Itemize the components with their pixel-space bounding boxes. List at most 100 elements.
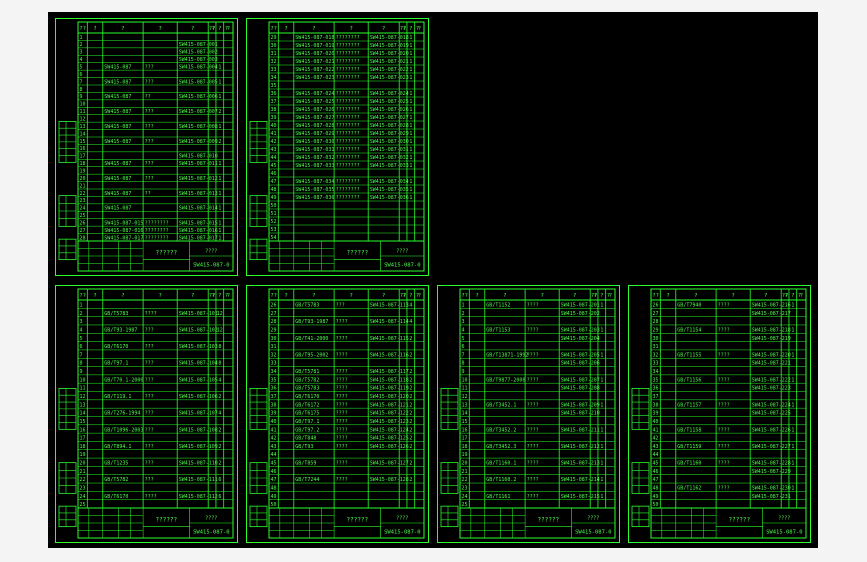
table-row[interactable]: 46	[269, 469, 424, 475]
table-row[interactable]: 35 GB/T1156???? SW415-087-222 1	[651, 377, 806, 384]
table-row[interactable]: 29 GB/T1154???? SW415-087-218 1	[651, 327, 806, 334]
table-row[interactable]: 38 GB/T1157???? SW415-087-224 1	[651, 402, 806, 409]
table-row[interactable]: 7	[78, 352, 233, 359]
table-row[interactable]: 3 SW415-087-002	[78, 50, 233, 56]
table-row[interactable]: 42 SW415-087-030???????? SW415-087-030 1	[269, 139, 424, 146]
bom-sheet[interactable]: ????????? ? ?? 1 GB/T1152???? SW415-087-201…	[437, 285, 620, 543]
table-row[interactable]: 27 SW415-087-016???????? SW415-087-016 1	[78, 228, 233, 234]
table-row[interactable]: 45 SW415-087-033???????? SW415-087-033 1	[269, 163, 424, 170]
table-row[interactable]: 11 SW415-087??? SW415-087-007 2	[78, 109, 233, 115]
table-row[interactable]: 30 GB/T41-2000???? SW415-087-115 2	[269, 336, 424, 342]
table-row[interactable]: 3	[460, 319, 615, 326]
table-row[interactable]: 10	[78, 102, 233, 108]
table-row[interactable]: 39 GB/T6175???? SW415-087-122 2	[269, 411, 424, 417]
table-row[interactable]: 40	[651, 419, 806, 426]
table-row[interactable]: 35 GB/T5782???? SW415-087-118 2	[269, 377, 424, 384]
table-row[interactable]: 8 SW415-087-206	[460, 361, 615, 367]
table-row[interactable]: 50	[269, 502, 424, 509]
table-row[interactable]: 47 GB/T7244???? SW415-087-128 2	[269, 477, 424, 484]
table-row[interactable]: 22 SW415-087?? SW415-087-013 1	[78, 191, 233, 197]
table-row[interactable]: 31	[269, 344, 424, 351]
table-row[interactable]: 44 SW415-087-032???????? SW415-087-032 1	[269, 155, 424, 162]
table-row[interactable]: 16 GB/T1096-2003??? SW415-087-108 2	[78, 427, 233, 434]
table-row[interactable]: 41 SW415-087-029???????? SW415-087-029 1	[269, 131, 424, 138]
table-row[interactable]: 29 SW415-087-018???????? SW415-087-018 1	[269, 35, 424, 42]
table-row[interactable]: 46	[269, 171, 424, 178]
table-row[interactable]: 9	[460, 369, 615, 376]
table-row[interactable]: 44	[651, 452, 806, 459]
table-row[interactable]: 44	[269, 452, 424, 459]
table-row[interactable]: 28 SW415-087-017???????? SW415-087-017 1	[78, 235, 233, 241]
table-row[interactable]: 1 GB/T1152???? SW415-087-201 1	[460, 302, 615, 309]
table-row[interactable]: 17 SW415-087-010	[78, 154, 233, 160]
table-row[interactable]: 15	[78, 419, 233, 426]
table-row[interactable]: 18 GB/T894.1??? SW415-087-109 2	[78, 444, 233, 451]
table-row[interactable]: 20 GB/T1160.1???? SW415-087-213 1	[460, 461, 615, 467]
table-row[interactable]: 45 GB/T1160???? SW415-087-228 1	[651, 461, 806, 467]
table-row[interactable]: 26 SW415-087-015???????? SW415-087-015 1	[78, 221, 233, 227]
table-row[interactable]: 29	[269, 327, 424, 334]
table-row[interactable]: 43 GB/T93???? SW415-087-126 2	[269, 444, 424, 451]
table-row[interactable]: 15 SW415-087??? SW415-087-009 2	[78, 139, 233, 145]
table-row[interactable]: 48 SW415-087-035???????? SW415-087-035 1	[269, 187, 424, 194]
table-row[interactable]: 12 GB/T119.1??? SW415-087-106 2	[78, 394, 233, 401]
table-row[interactable]: 50	[269, 203, 424, 210]
table-row[interactable]: 36 SW415-087-024???????? SW415-087-024 1	[269, 91, 424, 98]
table-row[interactable]: 24 GB/T1161???? SW415-087-215 1	[460, 494, 615, 500]
table-row[interactable]: 48	[269, 486, 424, 492]
table-row[interactable]: 4 GB/T1153???? SW415-087-203 1	[460, 327, 615, 334]
table-row[interactable]: 19	[78, 169, 233, 175]
table-row[interactable]: 31	[651, 344, 806, 351]
table-row[interactable]: 16 GB/T3452.2???? SW415-087-211 1	[460, 427, 615, 434]
table-row[interactable]: 34 GB/T5781???? SW415-087-117 2	[269, 369, 424, 376]
table-row[interactable]: 18 GB/T3452.3???? SW415-087-212 1	[460, 444, 615, 451]
table-row[interactable]: 16	[78, 146, 233, 152]
table-row[interactable]: 46 SW415-087-229	[651, 469, 806, 475]
table-row[interactable]: 47	[651, 477, 806, 484]
table-row[interactable]: 19	[78, 452, 233, 459]
table-row[interactable]: 2 SW415-087-001	[78, 42, 233, 48]
table-row[interactable]: 23	[78, 198, 233, 204]
table-row[interactable]: 36 SW415-087-223	[651, 386, 806, 392]
table-row[interactable]: 15	[460, 419, 615, 426]
table-row[interactable]: 5 SW415-087??? SW415-087-004 1	[78, 65, 233, 71]
table-row[interactable]: 8 GB/T97.1??? SW415-087-104 8	[78, 361, 233, 367]
table-row[interactable]: 9 SW415-087?? SW415-087-006 1	[78, 94, 233, 100]
table-row[interactable]: 27 SW415-087-217	[651, 311, 806, 317]
table-row[interactable]: 30 SW415-087-019???????? SW415-087-019 1	[269, 43, 424, 50]
table-row[interactable]: 17	[460, 436, 615, 442]
table-row[interactable]: 26 GB/T7940???? SW415-087-216 1	[651, 302, 806, 309]
table-row[interactable]: 32 GB/T1155???? SW415-087-220 1	[651, 352, 806, 359]
table-row[interactable]: 50	[651, 502, 806, 509]
table-row[interactable]: 18 SW415-087??? SW415-087-011 1	[78, 161, 233, 167]
table-row[interactable]: 49 SW415-087-231	[651, 494, 806, 500]
table-row[interactable]: 4 SW415-087-003	[78, 57, 233, 63]
bom-sheet[interactable]: ????????? ? ?? 26 GB/T5783??? SW415-087-113…	[246, 285, 429, 543]
table-row[interactable]: 9	[78, 369, 233, 376]
table-row[interactable]: 37 SW415-087-025???????? SW415-087-025 1	[269, 99, 424, 106]
table-row[interactable]: 3	[78, 319, 233, 326]
table-row[interactable]: 21	[460, 469, 615, 475]
table-row[interactable]: 5 SW415-087-204	[460, 336, 615, 342]
table-row[interactable]: 43 GB/T1159???? SW415-087-227 1	[651, 444, 806, 451]
table-row[interactable]: 13 GB/T3452.1???? SW415-087-209 1	[460, 402, 615, 409]
table-row[interactable]: 23	[78, 486, 233, 492]
table-row[interactable]: 17	[78, 436, 233, 442]
table-row[interactable]: 12	[78, 117, 233, 123]
table-row[interactable]: 10 GB/T9877-2008???? SW415-087-207 1	[460, 377, 615, 384]
table-row[interactable]: 42 GB/T848???? SW415-087-125 2	[269, 436, 424, 442]
table-row[interactable]: 39 SW415-087-225	[651, 411, 806, 417]
table-row[interactable]: 19	[460, 452, 615, 459]
cad-drawing-viewport[interactable]: ????????? ? ?? 1 2 SW415-087-001 3 SW415-087-…	[48, 12, 818, 548]
table-row[interactable]: 41 GB/T1158???? SW415-087-226 1	[651, 427, 806, 434]
table-row[interactable]: 21	[78, 183, 233, 189]
table-row[interactable]: 53	[269, 227, 424, 234]
table-row[interactable]: 12	[460, 394, 615, 401]
table-row[interactable]: 27	[269, 311, 424, 317]
table-row[interactable]: 14	[78, 131, 233, 137]
table-row[interactable]: 6	[78, 72, 233, 78]
table-row[interactable]: 25	[460, 502, 615, 509]
table-row[interactable]: 28 GB/T93-1987???? SW415-087-114 4	[269, 319, 424, 326]
bom-sheet[interactable]: ????????? ? ?? 26 GB/T7940???? SW415-087-21…	[628, 285, 811, 543]
table-row[interactable]: 1	[78, 302, 233, 309]
